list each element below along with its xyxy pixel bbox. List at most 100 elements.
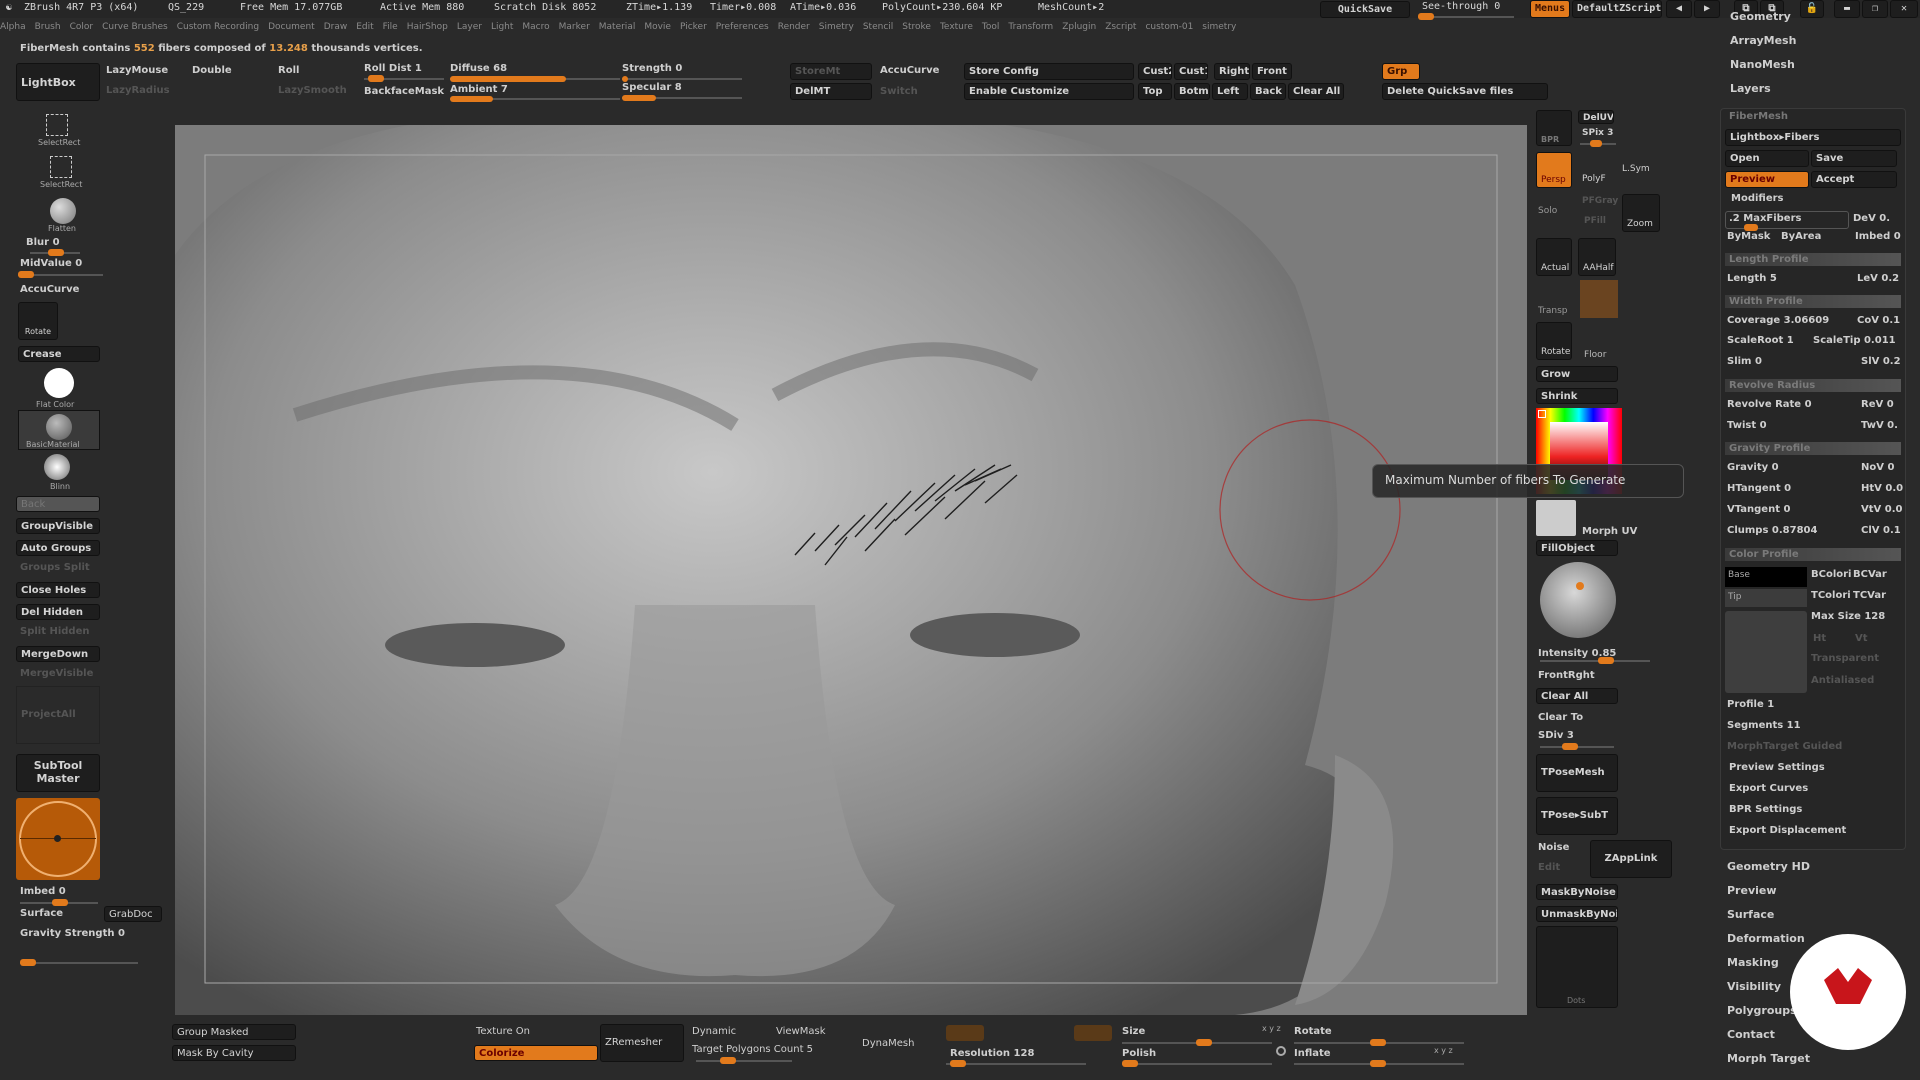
- cust2-button[interactable]: Cust2: [1138, 63, 1172, 80]
- tcolori-slider[interactable]: TColori: [1811, 590, 1851, 601]
- back-button[interactable]: Back: [16, 496, 100, 512]
- top-view-button[interactable]: Top: [1138, 83, 1172, 100]
- tcvar-slider[interactable]: TCVar: [1853, 590, 1886, 601]
- tip-color-swatch[interactable]: Tip: [1725, 589, 1807, 607]
- export-curves-section[interactable]: Export Curves: [1729, 783, 1808, 794]
- lazyradius-slider[interactable]: LazyRadius: [106, 85, 170, 96]
- mask-by-noise-button[interactable]: MaskByNoise: [1536, 884, 1618, 900]
- inflate-xyz-toggle[interactable]: x y z: [1434, 1046, 1453, 1055]
- bcvar-slider[interactable]: BCVar: [1853, 569, 1887, 580]
- sdiv-slider[interactable]: [1540, 743, 1614, 750]
- crease-button[interactable]: Crease: [18, 346, 100, 362]
- store-config-button[interactable]: Store Config: [964, 63, 1134, 80]
- fiber-texture-slot[interactable]: [1725, 611, 1807, 693]
- back-view-button[interactable]: Back: [1250, 83, 1286, 100]
- dynamic-toggle[interactable]: Dynamic: [692, 1026, 736, 1037]
- zremesher-button[interactable]: ZRemesher: [600, 1024, 684, 1062]
- menu-item-edit[interactable]: Edit: [356, 22, 373, 32]
- modifiers-section[interactable]: Modifiers: [1731, 193, 1784, 204]
- select-rect-icon-2[interactable]: [50, 156, 72, 178]
- menu-item-light[interactable]: Light: [491, 22, 513, 32]
- menu-item-material[interactable]: Material: [599, 22, 636, 32]
- bymask-slider[interactable]: ByMask: [1727, 231, 1770, 242]
- fiber-direction-widget[interactable]: [16, 798, 100, 880]
- default-zscript-button[interactable]: DefaultZScript: [1572, 0, 1662, 18]
- tpose-subtool-button[interactable]: TPose▸SubT: [1536, 797, 1618, 835]
- fibermesh-title[interactable]: FiberMesh: [1729, 111, 1788, 122]
- zoom-button[interactable]: Zoom: [1622, 194, 1660, 232]
- auto-groups-button[interactable]: Auto Groups: [16, 540, 100, 556]
- lightbox-fibers-button[interactable]: Lightbox▸Fibers: [1725, 129, 1901, 146]
- antialiased-toggle[interactable]: Antialiased: [1811, 675, 1874, 686]
- gravity-profile-curve[interactable]: Gravity Profile: [1725, 442, 1901, 455]
- lazysmooth-slider[interactable]: LazySmooth: [278, 85, 347, 96]
- revolve-rate-slider[interactable]: Revolve Rate 0: [1727, 399, 1812, 410]
- length-profile-curve[interactable]: Length Profile: [1725, 253, 1901, 266]
- menu-item-zscript[interactable]: Zscript: [1105, 22, 1136, 32]
- specular-slider[interactable]: [622, 95, 742, 101]
- delmt-button[interactable]: DelMT: [790, 83, 872, 100]
- scaleroot-slider[interactable]: ScaleRoot 1: [1727, 335, 1794, 346]
- clear-all-button[interactable]: Clear All: [1288, 83, 1344, 100]
- grabdoc-button[interactable]: GrabDoc: [104, 906, 162, 922]
- intensity-slider[interactable]: [1540, 657, 1650, 664]
- mask-by-cavity-button[interactable]: Mask By Cavity: [172, 1045, 296, 1061]
- menu-item-color[interactable]: Color: [70, 22, 94, 32]
- imbed-slider[interactable]: [20, 899, 98, 906]
- color-profile-curve[interactable]: Color Profile: [1725, 548, 1901, 561]
- subtool-master-button[interactable]: SubTool Master: [16, 754, 100, 792]
- fill-object-button[interactable]: FillObject: [1536, 540, 1618, 556]
- menu-item-custom-recording[interactable]: Custom Recording: [177, 22, 259, 32]
- morph-target-guided-toggle[interactable]: MorphTarget Guided: [1727, 741, 1842, 752]
- twv-slider[interactable]: TwV 0.: [1861, 420, 1898, 431]
- quicksave-button[interactable]: QuickSave: [1320, 1, 1410, 18]
- floor-button[interactable]: Floor: [1584, 350, 1606, 360]
- segments-slider[interactable]: Segments 11: [1727, 720, 1801, 731]
- subpalette-geometry[interactable]: Geometry: [1730, 10, 1920, 34]
- gravity-strength-slider[interactable]: [20, 959, 138, 966]
- menu-item-tool[interactable]: Tool: [982, 22, 999, 32]
- bcolori-slider[interactable]: BColori: [1811, 569, 1852, 580]
- subpalette-nanomesh[interactable]: NanoMesh: [1730, 58, 1920, 82]
- blur-slider[interactable]: [30, 249, 80, 256]
- cov-slider[interactable]: CoV 0.1: [1857, 315, 1900, 326]
- fiber-accept-button[interactable]: Accept: [1811, 171, 1897, 188]
- secondary-color-swatch[interactable]: [1536, 500, 1576, 536]
- actual-button[interactable]: Actual: [1536, 238, 1572, 276]
- fiber-imbed-slider[interactable]: Imbed 0: [1855, 231, 1901, 242]
- zapplink-button[interactable]: ZAppLink: [1590, 840, 1672, 878]
- 3d-viewport[interactable]: [175, 125, 1527, 1015]
- morph-uv-button[interactable]: Morph UV: [1582, 526, 1637, 537]
- vtangent-slider[interactable]: VTangent 0: [1727, 504, 1790, 515]
- shrink-button[interactable]: Shrink: [1536, 388, 1618, 404]
- merge-visible-button[interactable]: MergeVisible: [20, 668, 93, 679]
- split-hidden-button[interactable]: Split Hidden: [20, 626, 90, 637]
- subpalette-preview[interactable]: Preview: [1727, 884, 1917, 908]
- accucurve-toggle-left[interactable]: AccuCurve: [20, 284, 79, 295]
- profile-slider[interactable]: Profile 1: [1727, 699, 1774, 710]
- menu-item-render[interactable]: Render: [778, 22, 810, 32]
- menu-item-marker[interactable]: Marker: [559, 22, 590, 32]
- pfill-button[interactable]: PFill: [1584, 216, 1606, 226]
- menu-item-picker[interactable]: Picker: [680, 22, 707, 32]
- fiber-save-button[interactable]: Save: [1811, 150, 1897, 167]
- menu-item-custom-01[interactable]: custom-01: [1145, 22, 1193, 32]
- enable-customize-button[interactable]: Enable Customize: [964, 83, 1134, 100]
- pfgray-button[interactable]: PFGray: [1582, 196, 1618, 206]
- left-view-button[interactable]: Left: [1212, 83, 1248, 100]
- groups-split-button[interactable]: Groups Split: [20, 562, 90, 573]
- deluv-button[interactable]: DelUV: [1578, 110, 1614, 124]
- flat-color-material-icon[interactable]: [44, 368, 74, 398]
- dynamesh-blur-toggle[interactable]: [1074, 1025, 1112, 1041]
- bpr-button[interactable]: BPR: [1536, 110, 1572, 146]
- texture-on-toggle[interactable]: Texture On: [476, 1026, 530, 1037]
- menu-item-layer[interactable]: Layer: [457, 22, 482, 32]
- see-through-slider[interactable]: [1418, 13, 1514, 20]
- polish-slider[interactable]: [1122, 1060, 1272, 1067]
- solo-button[interactable]: Solo: [1538, 206, 1557, 216]
- twist-slider[interactable]: Twist 0: [1727, 420, 1767, 431]
- aahalf-button[interactable]: AAHalf: [1578, 238, 1616, 276]
- ht-slider[interactable]: Ht: [1813, 633, 1826, 644]
- noise-button[interactable]: Noise: [1538, 842, 1569, 853]
- rotate-slider[interactable]: [1294, 1039, 1464, 1046]
